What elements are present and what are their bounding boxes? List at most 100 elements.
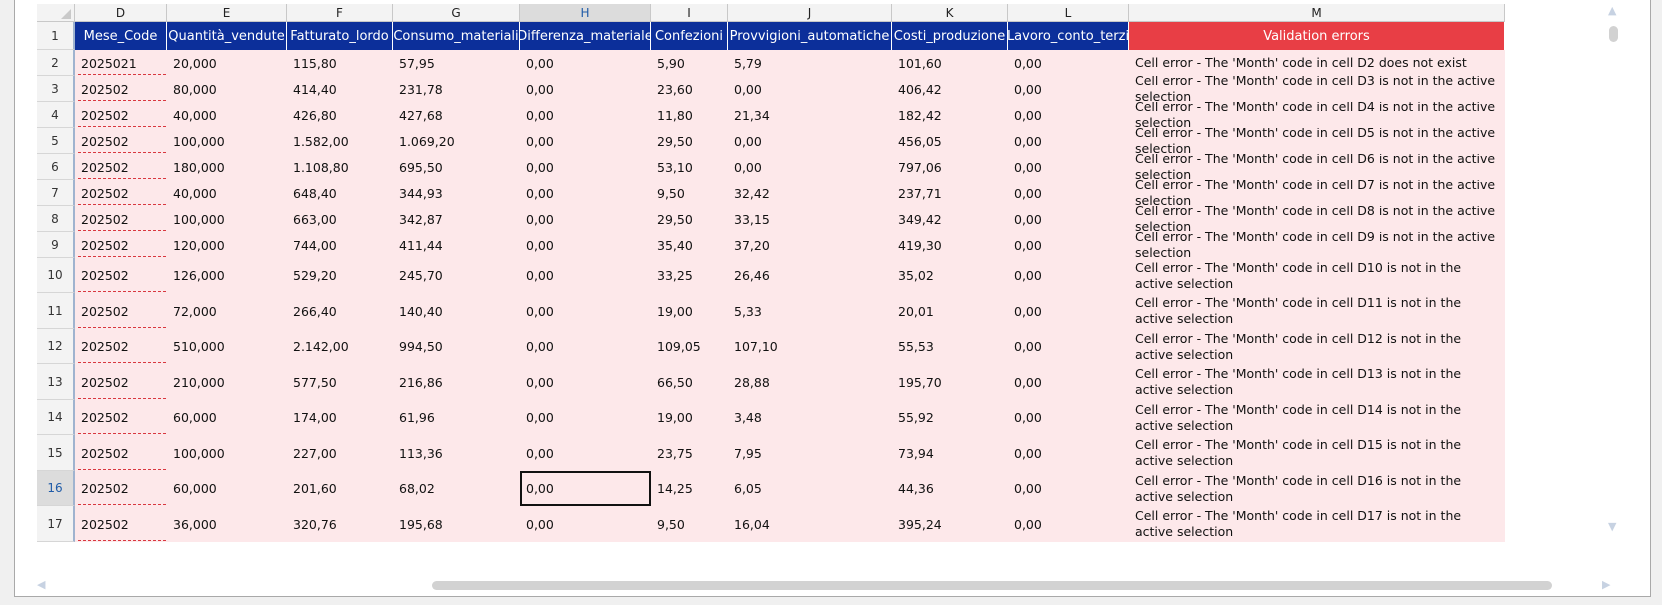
data-cell[interactable]: 0,00 — [1008, 128, 1129, 154]
data-cell[interactable]: 529,20 — [287, 258, 393, 293]
data-cell[interactable]: 0,00 — [520, 364, 651, 400]
scroll-down-icon[interactable]: ▼ — [1608, 520, 1616, 533]
data-cell[interactable]: 0,00 — [520, 232, 651, 258]
data-cell[interactable]: 60,000 — [167, 471, 287, 506]
data-cell[interactable]: 35,02 — [892, 258, 1008, 293]
data-cell[interactable]: 406,42 — [892, 76, 1008, 102]
data-cell[interactable]: 0,00 — [1008, 258, 1129, 293]
row-number[interactable]: 10 — [37, 258, 75, 293]
data-cell[interactable]: 202502 — [75, 128, 167, 154]
data-cell[interactable]: 0,00 — [1008, 293, 1129, 329]
data-cell[interactable]: 195,68 — [393, 506, 520, 542]
data-cell[interactable]: 100,000 — [167, 435, 287, 471]
row-number[interactable]: 1 — [37, 22, 75, 50]
data-cell[interactable]: 663,00 — [287, 206, 393, 232]
data-cell[interactable]: 23,60 — [651, 76, 728, 102]
field-header-lavoro-conto-terzi[interactable]: Lavoro_conto_terzi — [1008, 22, 1129, 50]
data-cell[interactable]: 0,00 — [1008, 400, 1129, 435]
data-cell[interactable]: 210,000 — [167, 364, 287, 400]
data-cell[interactable]: 0,00 — [520, 435, 651, 471]
data-cell[interactable]: 0,00 — [1008, 102, 1129, 128]
data-cell[interactable]: 411,44 — [393, 232, 520, 258]
row-number[interactable]: 8 — [37, 206, 75, 232]
row-number[interactable]: 14 — [37, 400, 75, 435]
row-number[interactable]: 5 — [37, 128, 75, 154]
data-cell[interactable]: 245,70 — [393, 258, 520, 293]
data-cell[interactable]: 68,02 — [393, 471, 520, 506]
data-cell[interactable]: 2025021 — [75, 50, 167, 76]
data-cell[interactable]: 0,00 — [520, 180, 651, 206]
data-cell[interactable]: 994,50 — [393, 329, 520, 364]
data-cell[interactable]: 107,10 — [728, 329, 892, 364]
row-number[interactable]: 7 — [37, 180, 75, 206]
validation-error-cell[interactable]: Cell error - The 'Month' code in cell D1… — [1129, 471, 1505, 506]
column-header-k[interactable]: K — [892, 4, 1008, 22]
data-cell[interactable]: 29,50 — [651, 206, 728, 232]
data-cell[interactable]: 40,000 — [167, 180, 287, 206]
data-cell[interactable]: 201,60 — [287, 471, 393, 506]
data-cell[interactable]: 16,04 — [728, 506, 892, 542]
data-cell[interactable]: 0,00 — [520, 128, 651, 154]
data-cell[interactable]: 202502 — [75, 293, 167, 329]
column-header-f[interactable]: F — [287, 4, 393, 22]
data-cell[interactable]: 202502 — [75, 258, 167, 293]
data-cell[interactable]: 202502 — [75, 232, 167, 258]
data-cell[interactable]: 53,10 — [651, 154, 728, 180]
data-cell[interactable]: 120,000 — [167, 232, 287, 258]
validation-error-cell[interactable]: Cell error - The 'Month' code in cell D9… — [1129, 232, 1505, 258]
data-cell[interactable]: 9,50 — [651, 506, 728, 542]
data-cell[interactable]: 456,05 — [892, 128, 1008, 154]
data-cell[interactable]: 231,78 — [393, 76, 520, 102]
data-cell[interactable]: 202502 — [75, 400, 167, 435]
field-header-provvigioni-automatiche[interactable]: Provvigioni_automatiche — [728, 22, 892, 50]
data-cell[interactable]: 80,000 — [167, 76, 287, 102]
validation-error-cell[interactable]: Cell error - The 'Month' code in cell D1… — [1129, 435, 1505, 471]
data-cell[interactable]: 1.069,20 — [393, 128, 520, 154]
data-cell[interactable]: 37,20 — [728, 232, 892, 258]
validation-error-cell[interactable]: Cell error - The 'Month' code in cell D3… — [1129, 76, 1505, 102]
data-cell[interactable]: 33,25 — [651, 258, 728, 293]
validation-error-cell[interactable]: Cell error - The 'Month' code in cell D1… — [1129, 506, 1505, 542]
data-cell[interactable]: 7,95 — [728, 435, 892, 471]
data-cell[interactable]: 344,93 — [393, 180, 520, 206]
data-cell[interactable]: 21,34 — [728, 102, 892, 128]
data-cell[interactable]: 216,86 — [393, 364, 520, 400]
column-header-e[interactable]: E — [167, 4, 287, 22]
data-cell[interactable]: 109,05 — [651, 329, 728, 364]
data-cell[interactable]: 202502 — [75, 180, 167, 206]
data-cell[interactable]: 26,46 — [728, 258, 892, 293]
data-cell[interactable]: 0,00 — [520, 154, 651, 180]
data-cell[interactable]: 100,000 — [167, 206, 287, 232]
row-number[interactable]: 3 — [37, 76, 75, 102]
data-cell[interactable]: 57,95 — [393, 50, 520, 76]
row-number[interactable]: 9 — [37, 232, 75, 258]
data-cell[interactable]: 61,96 — [393, 400, 520, 435]
data-cell[interactable]: 0,00 — [1008, 232, 1129, 258]
validation-error-cell[interactable]: Cell error - The 'Month' code in cell D6… — [1129, 154, 1505, 180]
field-header-confezioni[interactable]: Confezioni — [651, 22, 728, 50]
validation-error-cell[interactable]: Cell error - The 'Month' code in cell D2… — [1129, 50, 1505, 76]
data-cell[interactable]: 419,30 — [892, 232, 1008, 258]
data-cell[interactable]: 1.582,00 — [287, 128, 393, 154]
vertical-scroll-thumb[interactable] — [1609, 26, 1618, 42]
data-cell[interactable]: 0,00 — [520, 50, 651, 76]
vertical-scrollbar[interactable]: ▲ ▼ — [1604, 4, 1622, 564]
data-cell[interactable]: 182,42 — [892, 102, 1008, 128]
data-cell[interactable]: 0,00 — [1008, 50, 1129, 76]
column-header-h[interactable]: H — [520, 4, 651, 22]
data-cell[interactable]: 2.142,00 — [287, 329, 393, 364]
data-cell[interactable]: 73,94 — [892, 435, 1008, 471]
scroll-left-icon[interactable]: ◀ — [37, 578, 45, 591]
data-cell[interactable]: 0,00 — [1008, 206, 1129, 232]
validation-error-cell[interactable]: Cell error - The 'Month' code in cell D1… — [1129, 329, 1505, 364]
data-cell[interactable]: 0,00 — [1008, 471, 1129, 506]
data-cell[interactable]: 36,000 — [167, 506, 287, 542]
data-cell[interactable]: 202502 — [75, 76, 167, 102]
validation-error-cell[interactable]: Cell error - The 'Month' code in cell D4… — [1129, 102, 1505, 128]
row-number[interactable]: 17 — [37, 506, 75, 542]
field-header-fatturato-lordo[interactable]: Fatturato_lordo — [287, 22, 393, 50]
data-cell[interactable]: 28,88 — [728, 364, 892, 400]
data-cell[interactable]: 0,00 — [728, 128, 892, 154]
row-number[interactable]: 12 — [37, 329, 75, 364]
data-cell[interactable]: 0,00 — [520, 329, 651, 364]
